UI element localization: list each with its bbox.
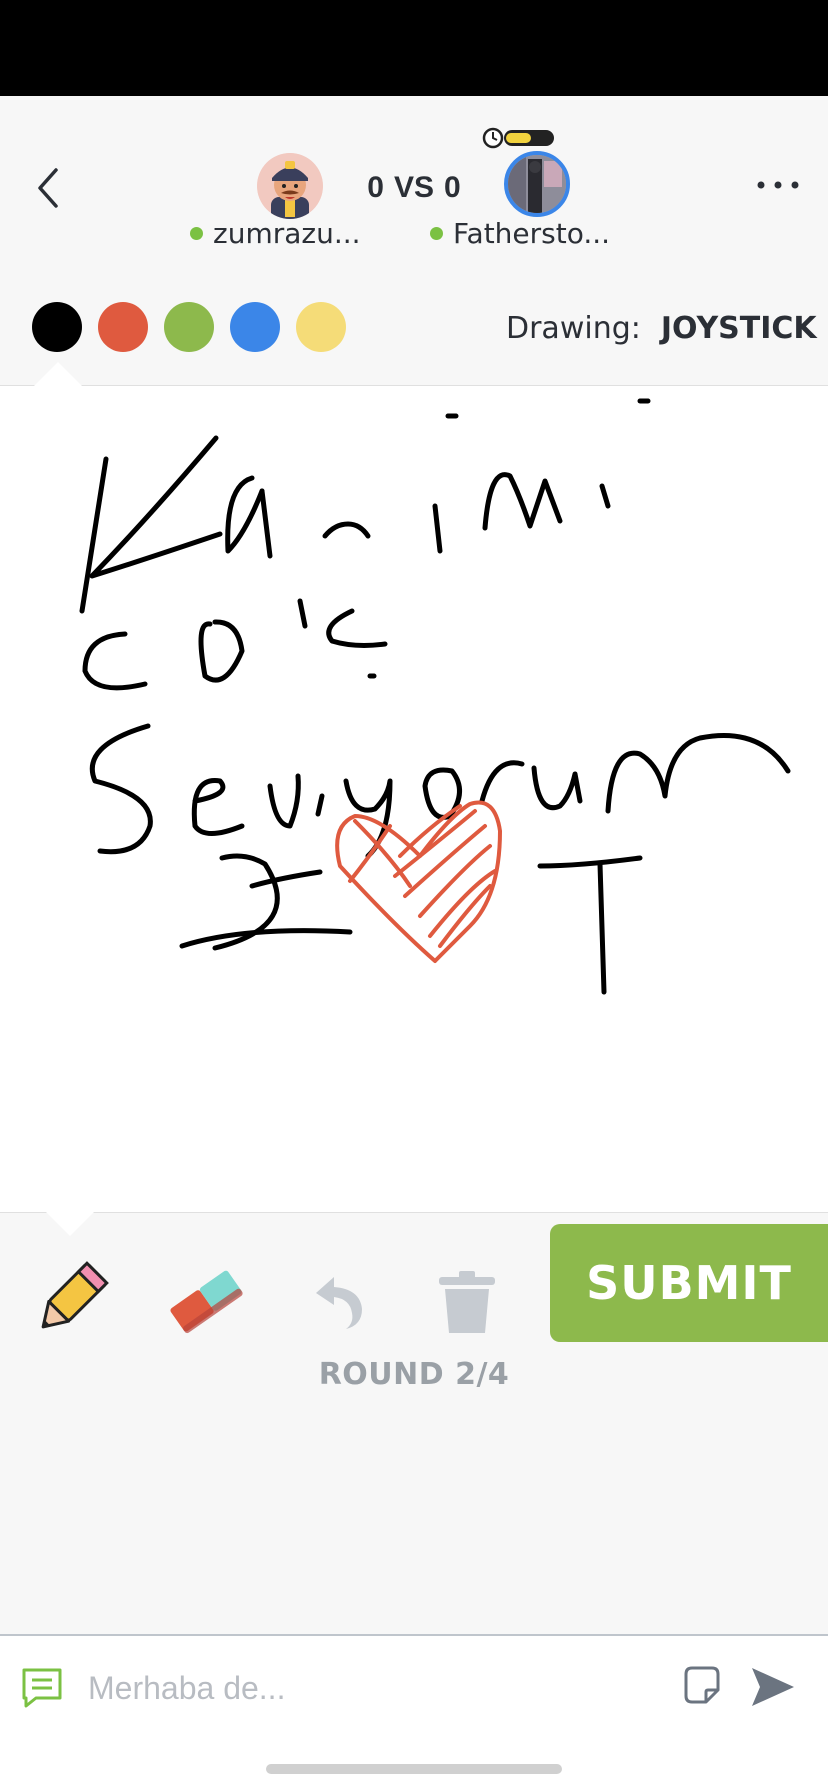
pencil-tool-button[interactable] (28, 1258, 112, 1342)
player-name-left-label: zumrazu... (213, 216, 361, 250)
chat-bubble-icon (22, 1668, 62, 1708)
chat-input[interactable] (88, 1656, 648, 1720)
online-indicator (190, 226, 203, 240)
round-indicator: ROUND 2/4 (318, 1356, 510, 1392)
player-avatar-left[interactable] (257, 153, 323, 219)
palette-selection-caret (34, 362, 82, 386)
drawing-word: JOYSTICK (660, 310, 817, 346)
score-left: 0 (367, 171, 384, 204)
color-palette (32, 302, 346, 352)
back-button[interactable] (26, 160, 70, 216)
trash-icon (439, 1271, 495, 1333)
home-indicator (266, 1764, 562, 1774)
eraser-tool-button[interactable] (162, 1258, 246, 1342)
color-swatch-black[interactable] (32, 302, 82, 352)
drawing-label: Drawing: (506, 310, 641, 346)
undo-button[interactable] (302, 1262, 370, 1338)
firefighter-avatar-icon (257, 153, 323, 219)
more-options-button[interactable] (748, 165, 808, 205)
color-swatch-blue[interactable] (230, 302, 280, 352)
drawing-canvas[interactable] (0, 385, 828, 1213)
player-name-right: Fathersto... (430, 213, 610, 253)
undo-icon (316, 1277, 362, 1329)
color-swatch-green[interactable] (164, 302, 214, 352)
score-display: 0 VS 0 (352, 166, 476, 210)
color-swatch-red[interactable] (98, 302, 148, 352)
send-icon[interactable] (748, 1662, 798, 1712)
clock-icon (482, 127, 504, 149)
online-indicator (430, 226, 443, 240)
photo-avatar-icon (508, 155, 566, 213)
chevron-left-icon (38, 168, 58, 208)
clear-canvas-button[interactable] (432, 1264, 502, 1340)
status-bar (0, 0, 828, 96)
sticker-icon[interactable] (680, 1664, 724, 1708)
color-swatch-yellow[interactable] (296, 302, 346, 352)
eraser-icon (170, 1270, 243, 1334)
player-avatar-right[interactable] (504, 151, 570, 217)
pencil-icon (41, 1261, 109, 1329)
player-name-right-label: Fathersto... (453, 216, 611, 250)
player-name-left: zumrazu... (190, 213, 361, 253)
turn-timer (482, 127, 572, 149)
drawing-prompt: Drawing: JOYSTICK (506, 308, 817, 348)
score-vs: VS (393, 171, 435, 204)
canvas-strokes (79, 398, 791, 995)
submit-button[interactable]: SUBMIT (550, 1224, 828, 1342)
timer-fill (506, 133, 531, 143)
score-right: 0 (444, 171, 461, 204)
tool-selection-caret (46, 1212, 94, 1236)
ellipsis-icon (757, 181, 799, 189)
